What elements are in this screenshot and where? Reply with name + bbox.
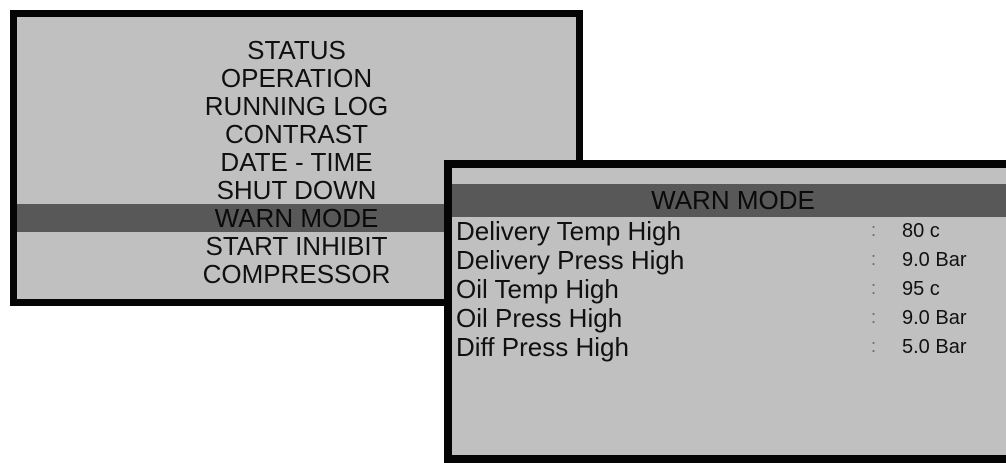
menu-item-status[interactable]: STATUS (17, 36, 576, 64)
warn-row-separator: : (871, 307, 877, 327)
warn-row-separator: : (871, 249, 877, 269)
warn-mode-title: WARN MODE (452, 184, 1006, 217)
warn-row-value: 80 c (902, 220, 940, 242)
warn-mode-settings-list: Delivery Temp High : 80 c Delivery Press… (452, 217, 1006, 362)
warn-row-value: 95 c (902, 278, 940, 300)
warn-row-label: Oil Press High (456, 303, 623, 333)
warn-row-separator: : (871, 220, 877, 240)
warn-row-label: Delivery Temp High (456, 216, 681, 246)
warn-mode-screen: WARN MODE Delivery Temp High : 80 c Deli… (444, 160, 1006, 463)
warn-row-delivery-press-high[interactable]: Delivery Press High : 9.0 Bar (452, 246, 1006, 275)
menu-item-contrast[interactable]: CONTRAST (17, 120, 576, 148)
warn-row-separator: : (871, 336, 877, 356)
warn-row-label: Delivery Press High (456, 245, 685, 275)
warn-row-value: 9.0 Bar (902, 307, 967, 329)
warn-row-oil-temp-high[interactable]: Oil Temp High : 95 c (452, 275, 1006, 304)
warn-row-delivery-temp-high[interactable]: Delivery Temp High : 80 c (452, 217, 1006, 246)
warn-row-value: 9.0 Bar (902, 249, 967, 271)
warn-row-label: Diff Press High (456, 332, 629, 362)
warn-row-separator: : (871, 278, 877, 298)
warn-row-label: Oil Temp High (456, 274, 619, 304)
warn-row-value: 5.0 Bar (902, 336, 967, 358)
warn-row-diff-press-high[interactable]: Diff Press High : 5.0 Bar (452, 333, 1006, 362)
menu-item-running-log[interactable]: RUNNING LOG (17, 92, 576, 120)
warn-row-oil-press-high[interactable]: Oil Press High : 9.0 Bar (452, 304, 1006, 333)
menu-item-operation[interactable]: OPERATION (17, 64, 576, 92)
